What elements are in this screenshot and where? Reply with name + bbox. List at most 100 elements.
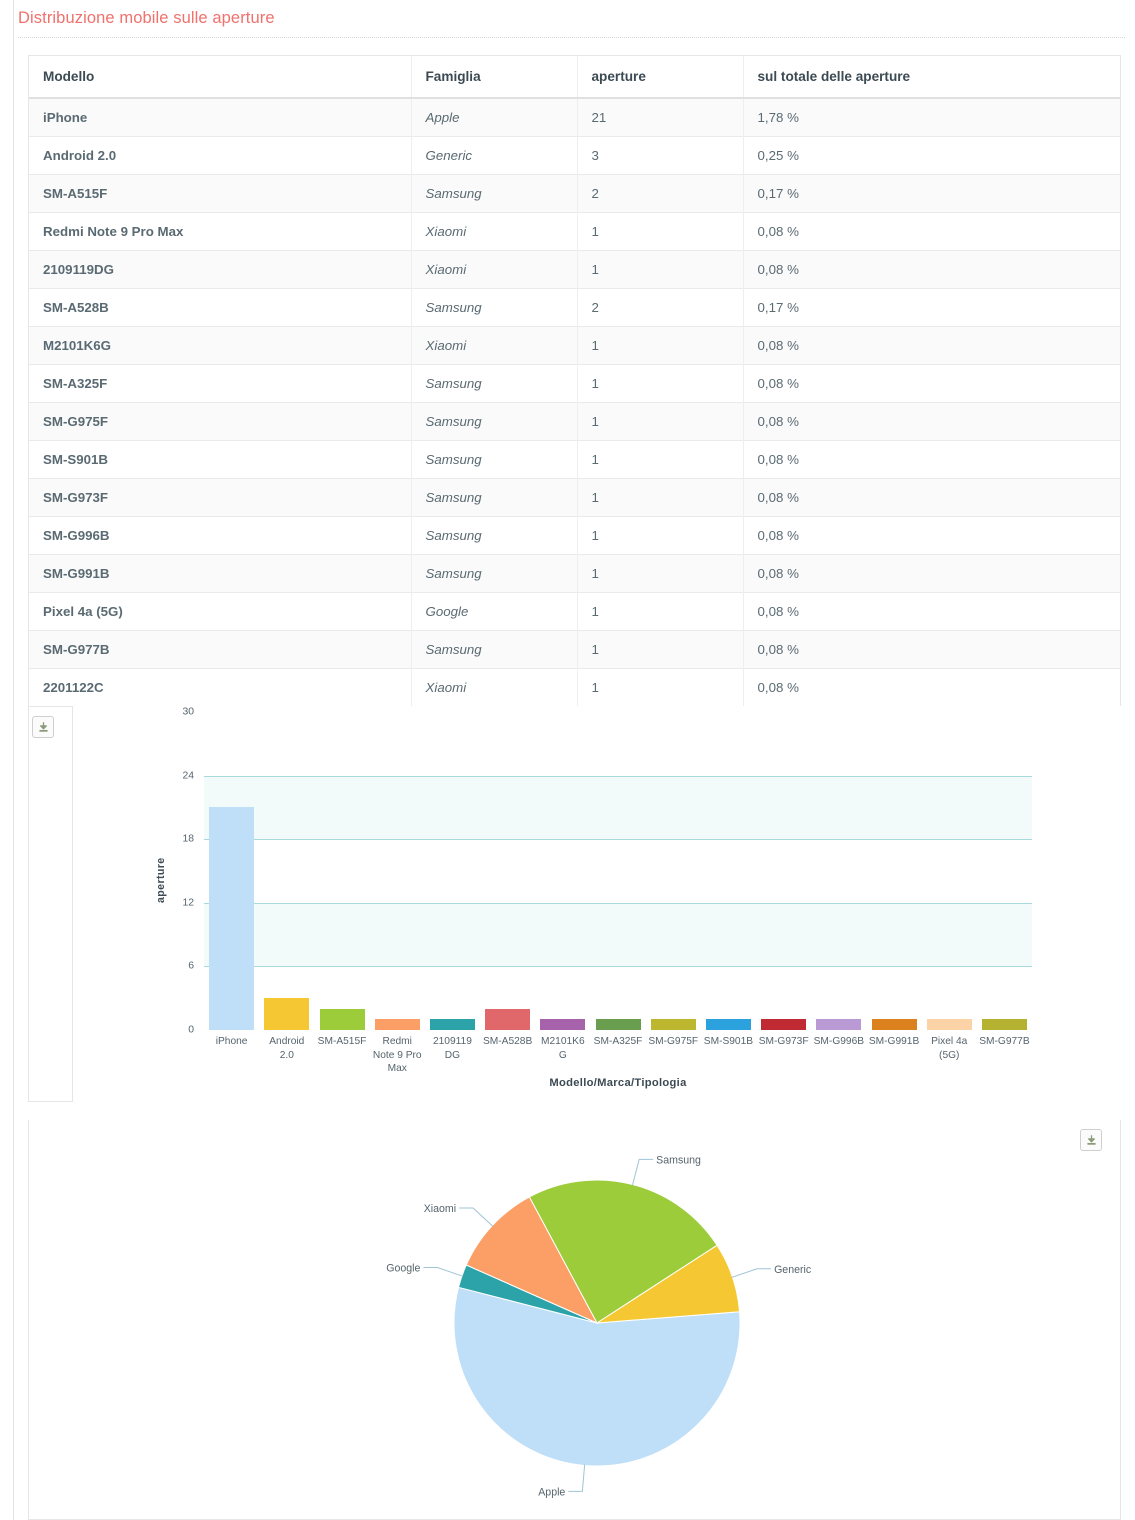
report-page: Distribuzione mobile sulle aperture Mode… [0,0,1135,1520]
bar[interactable] [540,1019,586,1030]
table-cell-model: SM-G975F [29,402,412,441]
bar-slot [204,712,259,1030]
table-cell-count: 2 [577,174,744,213]
bar-slot [314,712,369,1030]
bar-chart-x-tick: SM-G996B [813,1036,865,1047]
column-header-count[interactable]: aperture [577,56,744,99]
bar-slot [977,712,1032,1030]
table-cell-model: SM-G991B [29,554,412,593]
bar[interactable] [319,1008,365,1030]
bar-chart-plot-area: 0 6 12 18 24 30 [182,707,1032,1036]
table-cell-pct: 0,17 % [743,288,1120,327]
bar[interactable] [429,1019,475,1030]
table-cell-family: Generic [411,136,578,175]
pie-slice-label: Samsung [656,1154,701,1166]
bar[interactable] [871,1019,917,1030]
table-cell-count: 1 [577,402,744,441]
bar-chart-x-tick: 2109119 DG [432,1036,472,1061]
pie-leader-line [631,1158,654,1186]
bar-slot [535,712,590,1030]
bar[interactable] [209,807,255,1030]
column-header-model[interactable]: Modello [29,56,412,99]
pie-slice-label: Generic [774,1264,812,1276]
bar-slot [646,712,701,1030]
table-body: iPhone Apple 21 1,78 % Android 2.0 Generic 3 0,… [29,97,1120,706]
bar[interactable] [485,1008,531,1030]
bar-chart-x-tick: SM-S901B [703,1036,754,1047]
table-cell-count: 1 [577,630,744,669]
table-cell-pct: 0,08 % [743,668,1120,706]
table-cell-family: Samsung [411,516,578,555]
table-cell-family: Samsung [411,630,578,669]
bar-chart-x-tick: iPhone [215,1036,248,1047]
distribution-table-wrapper: Modello Famiglia aperture sul totale del… [28,55,1121,706]
table-cell-family: Samsung [411,440,578,479]
bar-slot [701,712,756,1030]
bar[interactable] [926,1019,972,1030]
table-cell-family: Google [411,592,578,631]
table-cell-model: M2101K6G [29,326,412,365]
bar-chart-x-tick: SM-G977B [979,1036,1030,1047]
bar[interactable] [595,1019,641,1030]
table-cell-model: SM-G996B [29,516,412,555]
table-row: 2109119DG Xiaomi 1 0,08 % [29,250,1120,289]
pie-slice-label: Google [386,1262,420,1274]
table-cell-family: Xiaomi [411,250,578,289]
bar-chart-x-axis-label: Modello/Marca/Tipologia [549,1077,687,1089]
bar-chart-x-tick: Android 2.0 [269,1036,305,1061]
bar-chart-x-tick-labels: iPhone Android 2.0 SM-A515F Redmi Note 9 Pr… [204,1035,1032,1076]
table-cell-pct: 0,08 % [743,478,1120,517]
table-row: SM-G996B Samsung 1 0,08 % [29,516,1120,555]
bar[interactable] [761,1019,807,1030]
bar[interactable] [374,1019,420,1030]
table-row: SM-G975F Samsung 1 0,08 % [29,402,1120,441]
bar-chart-x-tick: M2101K6 G [541,1036,585,1061]
table-cell-family: Apple [411,97,578,137]
table-row: SM-A515F Samsung 2 0,17 % [29,174,1120,213]
bar-chart-y-tick: 0 [188,1024,194,1036]
bar-chart-y-tick: 18 [182,833,194,845]
bar-chart-x-tick: SM-G991B [868,1036,920,1047]
bar[interactable] [705,1019,751,1030]
bar[interactable] [650,1019,696,1030]
bar-slot [259,712,314,1030]
bar[interactable] [264,998,310,1030]
table-row: SM-A325F Samsung 1 0,08 % [29,364,1120,403]
table-cell-model: SM-G977B [29,630,412,669]
table-cell-family: Samsung [411,364,578,403]
table-cell-family: Samsung [411,402,578,441]
table-cell-model: Pixel 4a (5G) [29,592,412,631]
title-separator [18,37,1125,38]
table-cell-count: 1 [577,250,744,289]
bar[interactable] [816,1019,862,1030]
bar-chart-y-axis-label: aperture [155,857,167,903]
table-cell-model: SM-A528B [29,288,412,327]
bar-slot [480,712,535,1030]
column-header-pct[interactable]: sul totale delle aperture [743,56,1120,99]
bar-chart-y-tick: 6 [188,960,194,972]
table-row: SM-S901B Samsung 1 0,08 % [29,440,1120,479]
table-head: Modello Famiglia aperture sul totale del… [29,56,1120,99]
table-cell-model: 2109119DG [29,250,412,289]
table-cell-count: 1 [577,516,744,555]
table-cell-model: Android 2.0 [29,136,412,175]
table-cell-count: 1 [577,440,744,479]
table-row: Pixel 4a (5G) Google 1 0,08 % [29,592,1120,631]
bar[interactable] [981,1019,1027,1030]
bar-chart-y-tick: 12 [182,897,194,909]
table-cell-pct: 0,08 % [743,554,1120,593]
table-cell-model: SM-A325F [29,364,412,403]
table-cell-count: 2 [577,288,744,327]
table-row: Android 2.0 Generic 3 0,25 % [29,136,1120,175]
bar-chart: aperture 0 6 12 18 24 30 iPhone Android 2.0 SM-… [29,707,1032,1101]
table-cell-model: SM-A515F [29,174,412,213]
pie-chart: Apple Google Xiaomi Samsung Generic [29,1120,1120,1519]
table-cell-family: Samsung [411,478,578,517]
table-cell-family: Samsung [411,174,578,213]
table-cell-pct: 0,08 % [743,440,1120,479]
bar-chart-x-tick: Redmi Note 9 Pro Max [372,1036,422,1074]
table-cell-model: SM-G973F [29,478,412,517]
column-header-family[interactable]: Famiglia [411,56,578,99]
table-cell-count: 3 [577,136,744,175]
table-cell-pct: 0,08 % [743,630,1120,669]
